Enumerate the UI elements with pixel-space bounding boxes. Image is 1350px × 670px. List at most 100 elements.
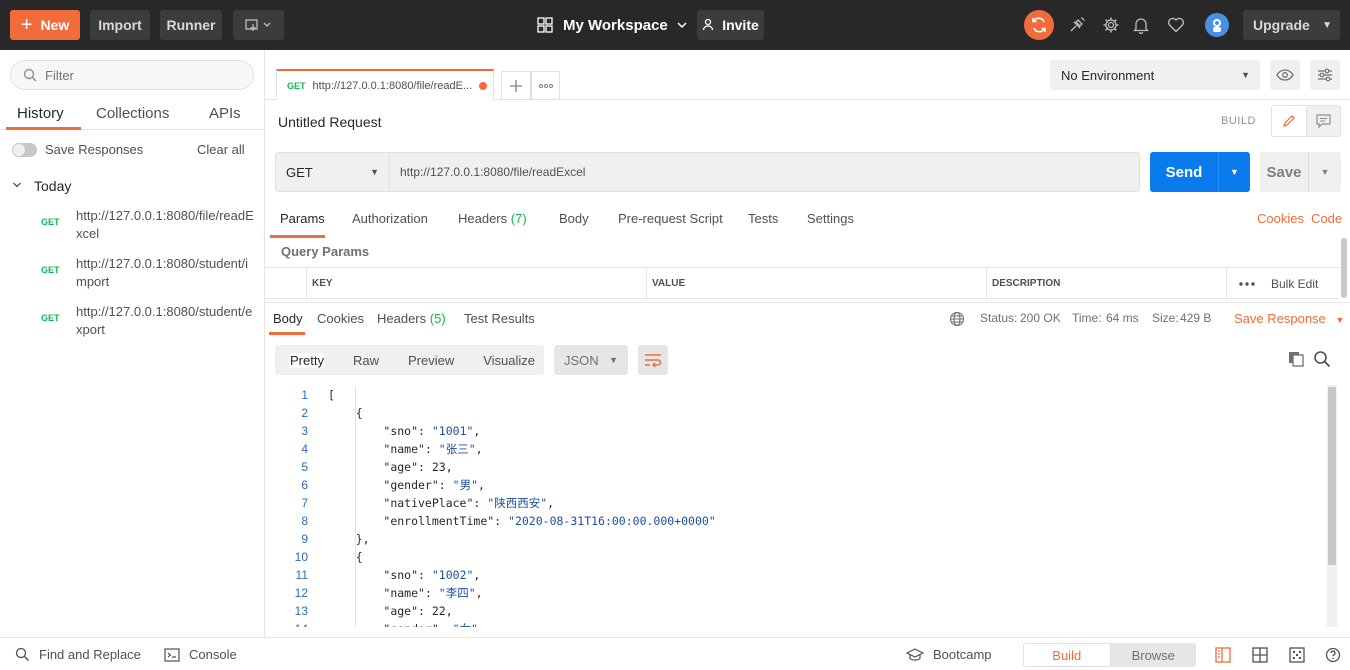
workspace-switcher[interactable]: My Workspace — [537, 12, 688, 38]
manage-environments-button[interactable] — [1310, 60, 1340, 90]
environment-quick-look-button[interactable] — [1270, 60, 1300, 90]
line-number: 13 — [294, 604, 308, 618]
satellite-icon[interactable] — [1066, 14, 1088, 36]
bell-icon[interactable] — [1130, 14, 1152, 36]
history-url: http://127.0.0.1:8080/student/export — [76, 304, 253, 337]
view-pretty[interactable]: Pretty — [290, 352, 324, 368]
avatar[interactable] — [1205, 13, 1229, 37]
tab-params[interactable]: Params — [280, 211, 325, 226]
find-replace-button[interactable]: Find and Replace — [15, 647, 141, 662]
comment-icon[interactable] — [1306, 106, 1340, 136]
chevron-down-icon — [12, 180, 22, 193]
tab-tests[interactable]: Tests — [748, 211, 778, 226]
tab-settings[interactable]: Settings — [807, 211, 854, 226]
code-line: 4 "name": "张三", — [265, 440, 1327, 458]
indent-guide — [355, 565, 356, 627]
time-value[interactable]: 64 ms — [1106, 311, 1139, 325]
tab-headers[interactable]: Headers (7) — [458, 211, 527, 226]
environment-select[interactable]: No Environment ▼ — [1050, 60, 1260, 90]
keyboard-shortcuts-icon[interactable] — [1289, 647, 1305, 663]
filter-input[interactable] — [45, 67, 235, 83]
code-text: { — [328, 406, 363, 420]
request-tab-title: http://127.0.0.1:8080/file/readE... — [312, 79, 473, 92]
layout-icon[interactable] — [1252, 647, 1268, 663]
invite-button[interactable]: Invite — [697, 10, 764, 40]
chevron-down-icon — [677, 22, 687, 29]
copy-icon[interactable] — [1287, 350, 1305, 368]
scrollbar-thumb[interactable] — [1328, 387, 1336, 565]
sync-icon[interactable] — [1024, 10, 1054, 40]
console-button[interactable]: Console — [164, 647, 237, 662]
tab-collections[interactable]: Collections — [96, 105, 169, 122]
bulk-edit-link[interactable]: Bulk Edit — [1266, 268, 1340, 299]
build-mode-button[interactable]: Build — [1023, 643, 1111, 667]
upgrade-button[interactable]: Upgrade ▼ — [1243, 10, 1340, 40]
more-icon[interactable] — [1226, 268, 1266, 299]
scrollbar[interactable] — [1341, 238, 1347, 298]
request-tab[interactable]: GET http://127.0.0.1:8080/file/readE... — [276, 69, 494, 100]
sidebar-tabs: History Collections APIs — [0, 100, 264, 130]
size-value[interactable]: 429 B — [1180, 311, 1211, 325]
save-options-caret-icon[interactable]: ▼ — [1308, 152, 1341, 192]
globe-icon[interactable] — [949, 311, 965, 327]
edit-pencil-icon[interactable] — [1272, 106, 1307, 136]
tab-body[interactable]: Body — [559, 211, 589, 226]
response-tab-body[interactable]: Body — [273, 311, 303, 326]
view-visualize[interactable]: Visualize — [483, 353, 535, 368]
runner-button[interactable]: Runner — [160, 10, 222, 40]
response-tab-headers[interactable]: Headers (5) — [377, 311, 446, 326]
history-group-today[interactable]: Today — [12, 178, 71, 194]
history-item[interactable]: GET http://127.0.0.1:8080/student/export — [0, 297, 264, 345]
tab-options-button[interactable] — [531, 71, 560, 100]
url-input[interactable]: http://127.0.0.1:8080/file/readExcel — [390, 152, 1140, 192]
code-line: 1[ — [265, 386, 1327, 404]
browse-mode-button[interactable]: Browse — [1111, 643, 1197, 667]
history-item[interactable]: GET http://127.0.0.1:8080/file/readExcel — [0, 201, 264, 249]
search-icon — [15, 647, 29, 661]
bootcamp-button[interactable]: Bootcamp — [906, 647, 992, 662]
wrap-lines-button[interactable] — [638, 345, 668, 375]
params-table-header: KEY VALUE DESCRIPTION Bulk Edit — [265, 267, 1340, 299]
filter-field[interactable] — [10, 60, 254, 90]
format-select[interactable]: JSON ▼ — [554, 345, 628, 375]
view-preview[interactable]: Preview — [408, 353, 454, 368]
save-label: Save — [1266, 163, 1302, 181]
new-button[interactable]: + New — [10, 10, 80, 40]
tab-apis[interactable]: APIs — [209, 105, 241, 122]
history-method: GET — [41, 265, 60, 275]
two-pane-view-icon[interactable] — [1215, 647, 1231, 663]
tab-history[interactable]: History — [17, 105, 64, 122]
response-tab-test-results[interactable]: Test Results — [464, 311, 535, 326]
history-item[interactable]: GET http://127.0.0.1:8080/student/import — [0, 249, 264, 297]
caret-down-icon: ▼ — [1335, 315, 1345, 325]
new-tab-button[interactable] — [501, 71, 531, 100]
import-button[interactable]: Import — [90, 10, 150, 40]
tab-prerequest-script[interactable]: Pre-request Script — [618, 211, 723, 226]
code-link[interactable]: Code — [1311, 211, 1342, 226]
status-value[interactable]: 200 OK — [1020, 311, 1061, 325]
tab-authorization[interactable]: Authorization — [352, 211, 428, 226]
view-raw[interactable]: Raw — [353, 353, 379, 368]
wrap-icon — [645, 354, 662, 367]
http-method-select[interactable]: GET ▼ — [275, 152, 390, 192]
request-title[interactable]: Untitled Request — [278, 114, 382, 130]
save-responses-toggle[interactable]: Save Responses — [12, 142, 143, 157]
grid-icon — [537, 17, 553, 33]
heart-icon[interactable] — [1165, 14, 1187, 36]
send-button[interactable]: Send ▼ — [1150, 152, 1250, 192]
new-window-button[interactable] — [233, 10, 284, 40]
gear-icon[interactable] — [1100, 14, 1122, 36]
code-line: 3 "sno": "1001", — [265, 422, 1327, 440]
save-button[interactable]: Save ▼ — [1260, 152, 1341, 192]
code-line: 14 "gender": "女", — [265, 620, 1327, 627]
toggle-switch[interactable] — [12, 142, 37, 157]
send-options-caret-icon[interactable]: ▼ — [1218, 152, 1250, 192]
cookies-link[interactable]: Cookies — [1257, 211, 1304, 226]
search-icon[interactable] — [1313, 350, 1331, 368]
response-body-editor[interactable]: 1[2 {3 "sno": "1001", 4 "name": "张三", 5 "a… — [265, 385, 1327, 627]
help-icon[interactable] — [1325, 647, 1341, 663]
save-response-button[interactable]: Save Response ▼ — [1234, 311, 1344, 326]
response-tab-cookies[interactable]: Cookies — [317, 311, 364, 326]
query-params-heading: Query Params — [281, 244, 370, 259]
clear-all-button[interactable]: Clear all — [197, 142, 245, 157]
